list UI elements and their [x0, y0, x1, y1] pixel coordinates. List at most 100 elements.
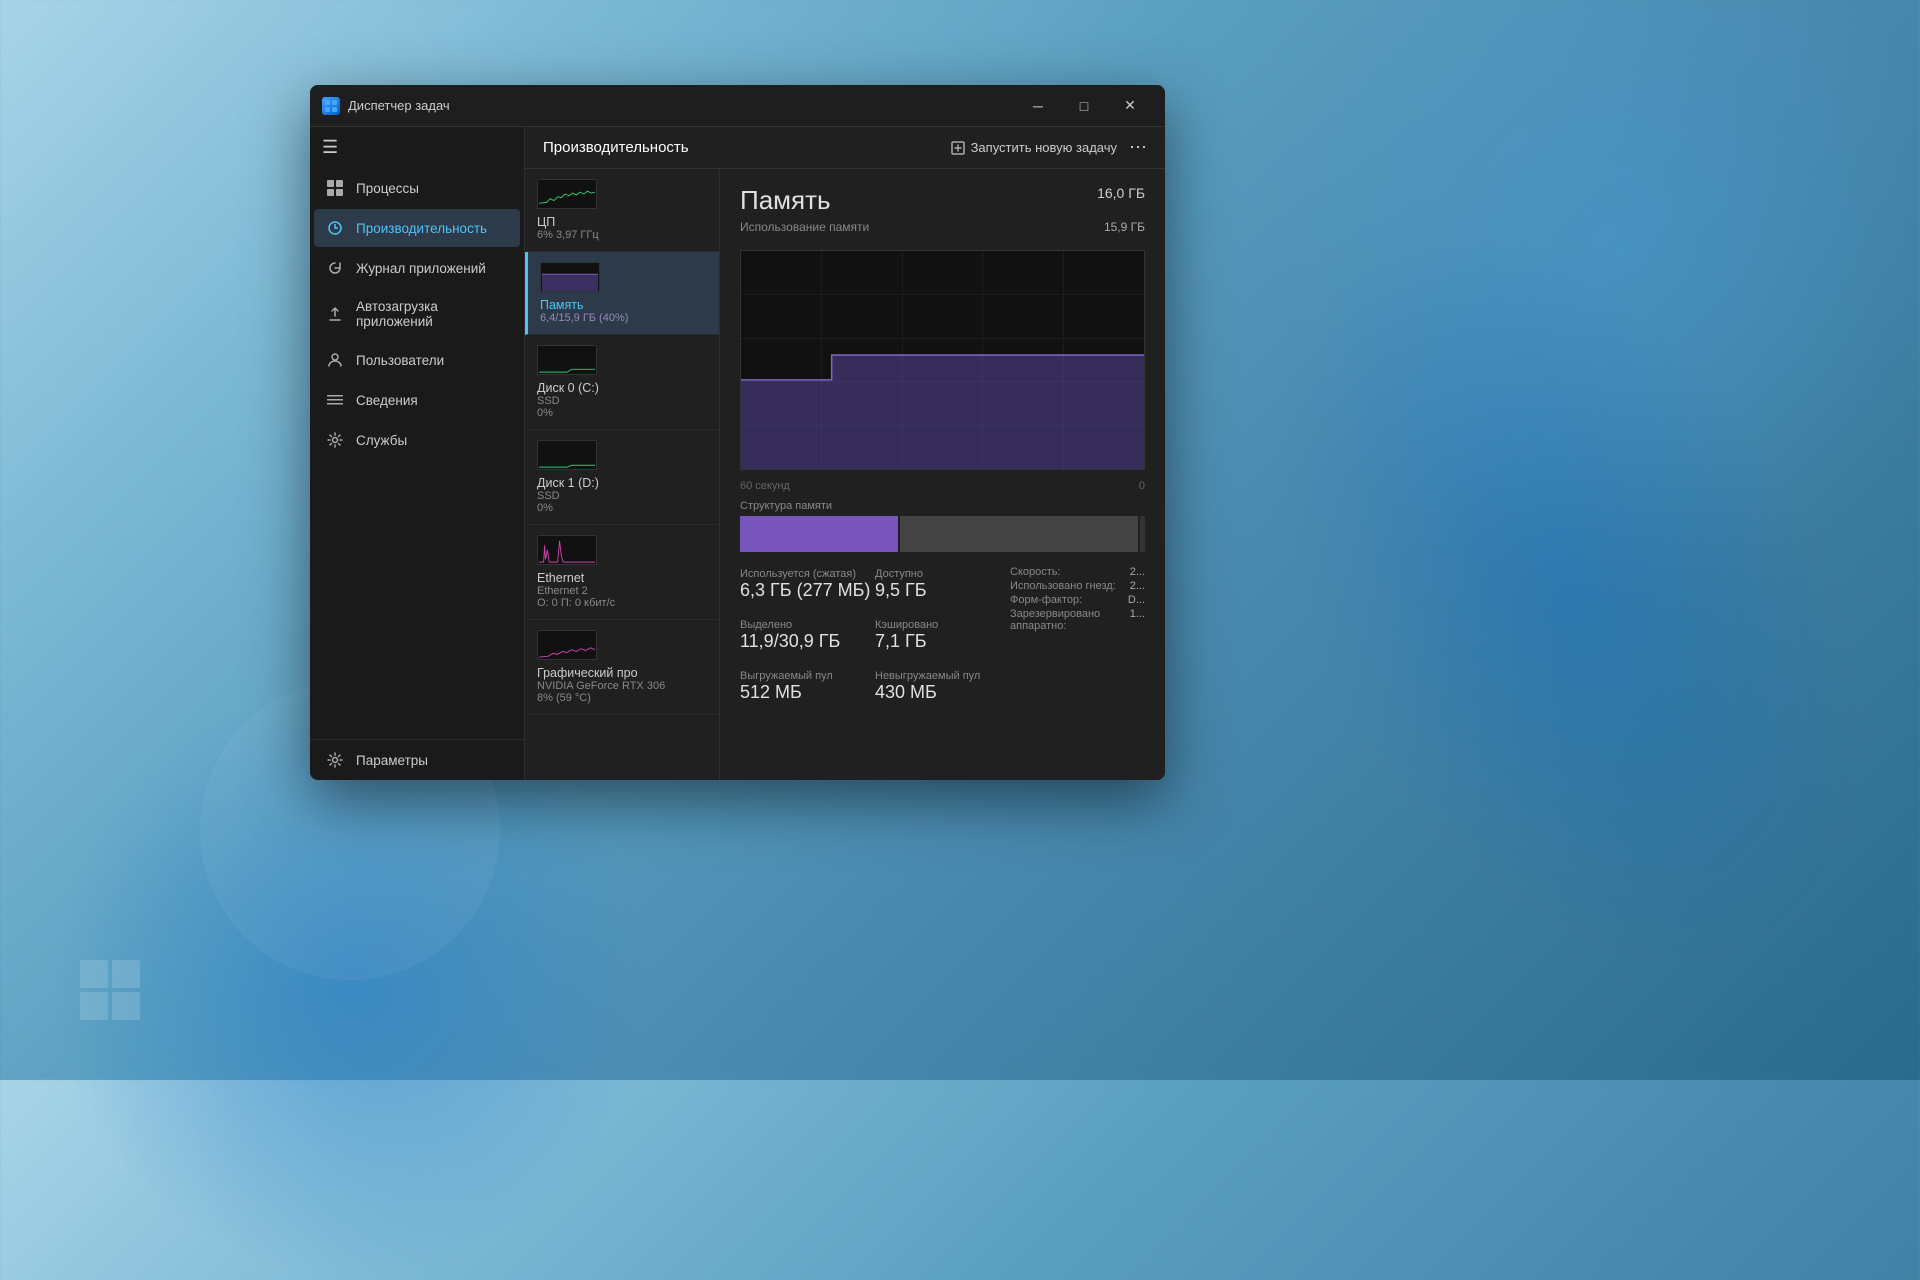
ethernet-val: О: 0 П: 0 кбит/с — [537, 597, 707, 609]
graph-time-left: 60 секунд — [740, 480, 790, 492]
windows-logo — [80, 960, 140, 1020]
cpu-thumbnail — [537, 179, 597, 211]
sidebar-item-performance[interactable]: Производительность — [314, 209, 520, 247]
memory-name: Память — [540, 298, 707, 312]
disk1-val: 0% — [537, 502, 707, 514]
window-controls: ─ □ ✕ — [1015, 90, 1153, 122]
device-item-memory[interactable]: Память 6,4/15,9 ГБ (40%) — [525, 252, 719, 335]
graph-labels: 60 секунд 0 — [740, 480, 1145, 492]
graph-time-right: 0 — [1139, 480, 1145, 492]
settings-icon — [326, 751, 344, 769]
task-manager-window: Диспетчер задач ─ □ ✕ ☰ — [310, 85, 1165, 780]
sidebar-item-services[interactable]: Службы — [314, 421, 520, 459]
stat-slots: Использовано гнезд: 2... — [1010, 580, 1145, 592]
main-content: ☰ Процессы — [310, 127, 1165, 780]
mem-seg-used — [740, 516, 898, 552]
processes-label: Процессы — [356, 181, 419, 196]
app-history-icon — [326, 259, 344, 277]
in-use-val: 6,3 ГБ (277 МБ) — [740, 580, 875, 601]
available-label: Доступно — [875, 568, 1010, 580]
disk0-thumbnail — [537, 345, 597, 377]
speed-label: Скорость: — [1010, 566, 1061, 578]
startup-label: Автозагрузка приложений — [356, 299, 508, 329]
stat-form-factor: Форм-фактор: D... — [1010, 594, 1145, 606]
device-item-disk0[interactable]: Диск 0 (C:) SSD 0% — [525, 335, 719, 430]
hw-reserved-label: Зарезервировано аппаратно: — [1010, 608, 1130, 632]
details-icon — [326, 391, 344, 409]
services-label: Службы — [356, 433, 407, 448]
right-panel: Производительность Запустить новую задач… — [525, 127, 1165, 780]
performance-label: Производительность — [356, 221, 487, 236]
performance-icon — [326, 219, 344, 237]
ethernet-name: Ethernet — [537, 571, 707, 585]
startup-icon — [326, 305, 344, 323]
stats-area: Используется (сжатая) 6,3 ГБ (277 МБ) Вы… — [740, 564, 1145, 707]
nonpageable-val: 430 МБ — [875, 682, 1010, 703]
sidebar-item-processes[interactable]: Процессы — [314, 169, 520, 207]
memory-header: Память 16,0 ГБ — [740, 185, 1145, 216]
device-item-cpu[interactable]: ЦП 6% 3,97 ГГц — [525, 169, 719, 252]
stat-pageable: Выгружаемый пул 512 МБ — [740, 666, 875, 707]
memory-used: 15,9 ГБ — [1104, 220, 1145, 242]
users-icon — [326, 351, 344, 369]
hamburger-icon[interactable]: ☰ — [322, 137, 338, 158]
device-item-ethernet[interactable]: Ethernet Ethernet 2 О: 0 П: 0 кбит/с — [525, 525, 719, 620]
allocated-val: 11,9/30,9 ГБ — [740, 631, 875, 652]
gpu-val: 8% (59 °C) — [537, 692, 707, 704]
available-val: 9,5 ГБ — [875, 580, 1010, 601]
sidebar-item-startup[interactable]: Автозагрузка приложений — [314, 289, 520, 339]
panel-header: Производительность Запустить новую задач… — [525, 127, 1165, 169]
more-button[interactable]: ⋯ — [1129, 137, 1147, 158]
memory-sub: 6,4/15,9 ГБ (40%) — [540, 312, 707, 324]
app-icon — [322, 97, 340, 115]
memory-thumbnail — [540, 262, 600, 294]
device-item-gpu[interactable]: Графический про NVIDIA GeForce RTX 306 8… — [525, 620, 719, 715]
content-split: ЦП 6% 3,97 ГГц Память 6,4/15,9 ГБ (40%) — [525, 169, 1165, 780]
disk1-name: Диск 1 (D:) — [537, 476, 707, 490]
in-use-label: Используется (сжатая) — [740, 568, 875, 580]
sidebar-item-app-history[interactable]: Журнал приложений — [314, 249, 520, 287]
services-icon — [326, 431, 344, 449]
stat-speed: Скорость: 2... — [1010, 566, 1145, 578]
disk1-thumbnail — [537, 440, 597, 472]
panel-actions: Запустить новую задачу ⋯ — [951, 137, 1147, 158]
stat-in-use: Используется (сжатая) 6,3 ГБ (277 МБ) — [740, 564, 875, 605]
memory-total: 16,0 ГБ — [1097, 185, 1145, 201]
pageable-val: 512 МБ — [740, 682, 875, 703]
disk0-name: Диск 0 (C:) — [537, 381, 707, 395]
pageable-label: Выгружаемый пул — [740, 670, 875, 682]
maximize-button[interactable]: □ — [1061, 90, 1107, 122]
sidebar-bottom: Параметры — [310, 739, 524, 780]
form-factor-label: Форм-фактор: — [1010, 594, 1082, 606]
close-button[interactable]: ✕ — [1107, 90, 1153, 122]
minimize-button[interactable]: ─ — [1015, 90, 1061, 122]
disk1-sub: SSD — [537, 490, 707, 502]
device-item-disk1[interactable]: Диск 1 (D:) SSD 0% — [525, 430, 719, 525]
sidebar-item-settings[interactable]: Параметры — [314, 741, 520, 779]
slots-val: 2... — [1130, 580, 1145, 592]
gpu-thumbnail — [537, 630, 597, 662]
detail-panel: Память 16,0 ГБ Использование памяти 15,9… — [720, 169, 1165, 780]
nonpageable-label: Невыгружаемый пул — [875, 670, 1010, 682]
new-task-button[interactable]: Запустить новую задачу — [951, 140, 1117, 155]
stat-cached: Кэшировано 7,1 ГБ — [875, 615, 1010, 656]
memory-title: Память — [740, 185, 831, 216]
panel-title: Производительность — [543, 139, 689, 156]
window-title: Диспетчер задач — [348, 98, 1015, 113]
gpu-name: Графический про — [537, 666, 707, 680]
cached-val: 7,1 ГБ — [875, 631, 1010, 652]
title-bar: Диспетчер задач ─ □ ✕ — [310, 85, 1165, 127]
sidebar-top: ☰ — [310, 127, 524, 168]
sidebar-item-users[interactable]: Пользователи — [314, 341, 520, 379]
cpu-sub: 6% 3,97 ГГц — [537, 229, 707, 241]
device-list: ЦП 6% 3,97 ГГц Память 6,4/15,9 ГБ (40%) — [525, 169, 720, 780]
structure-label: Структура памяти — [740, 500, 1145, 512]
processes-icon — [326, 179, 344, 197]
usage-label: Использование памяти — [740, 220, 869, 234]
sidebar-item-details[interactable]: Сведения — [314, 381, 520, 419]
disk0-sub: SSD — [537, 395, 707, 407]
ethernet-sub: Ethernet 2 — [537, 585, 707, 597]
stat-allocated: Выделено 11,9/30,9 ГБ — [740, 615, 875, 656]
form-factor-val: D... — [1128, 594, 1145, 606]
details-label: Сведения — [356, 393, 418, 408]
